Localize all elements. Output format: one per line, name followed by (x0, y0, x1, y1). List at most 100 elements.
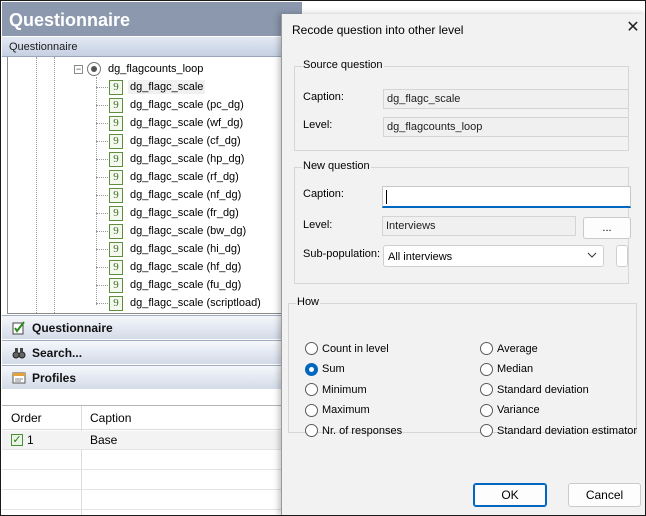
tree-node[interactable]: 9 dg_flagc_scale (pc_dg) (109, 96, 246, 114)
radio-option[interactable]: Minimum (305, 383, 367, 396)
tree-connector (96, 303, 108, 304)
browse-level-button[interactable]: ... (583, 217, 631, 239)
table-row-empty (2, 471, 302, 490)
questionnaire-icon (12, 320, 25, 334)
source-level-label: Level: (303, 119, 333, 131)
radio-circle-icon[interactable] (480, 403, 493, 417)
radio-circle-icon[interactable] (305, 383, 318, 396)
cancel-button[interactable]: Cancel (568, 483, 641, 507)
tree-connector (96, 231, 108, 232)
radio-circle-icon[interactable] (305, 424, 318, 437)
subpopulation-value: All interviews (388, 251, 453, 263)
radio-circle-icon[interactable] (480, 383, 493, 396)
nav-profiles[interactable]: Profiles (2, 365, 302, 389)
column-caption[interactable]: Caption (81, 406, 131, 429)
table-row-empty (2, 491, 302, 510)
radio-option[interactable]: Maximum (305, 403, 370, 417)
caption-input[interactable] (382, 186, 631, 208)
source-level-field: dg_flagcounts_loop (383, 117, 629, 137)
variable-icon: 9 (109, 79, 123, 95)
tree-node-label: dg_flagc_scale (cf_dg) (130, 135, 241, 147)
tree-node[interactable]: 9 dg_flagc_scale (fu_dg) (109, 276, 243, 294)
tree-node[interactable]: 9 dg_flagc_scale (cf_dg) (109, 132, 243, 150)
radio-option[interactable]: Standard deviation estimator (480, 424, 637, 437)
radio-circle-icon[interactable] (480, 362, 493, 376)
ok-button[interactable]: OK (473, 483, 547, 507)
radio-option[interactable]: Count in level (305, 342, 389, 355)
table-row[interactable]: ✓ 1 Base (2, 431, 302, 450)
tree-node-label: dg_flagc_scale (hi_dg) (130, 243, 241, 255)
tree-connector (96, 105, 108, 106)
subpopulation-extra-button[interactable] (616, 245, 628, 267)
radio-label: Median (497, 363, 534, 375)
variable-icon: 9 (109, 223, 123, 239)
nav-search[interactable]: Search... (2, 340, 302, 364)
tree-node-label: dg_flagc_scale (fu_dg) (130, 279, 242, 291)
tree-connector (96, 87, 108, 88)
new-question-group: New question Caption: Level: Interviews … (294, 160, 631, 284)
tree-node[interactable]: 9 dg_flagc_scale (hi_dg) (109, 240, 243, 258)
variable-icon: 9 (109, 97, 123, 113)
tree-connector (96, 159, 108, 160)
level-field: Interviews (382, 216, 576, 236)
tree-connector (96, 285, 108, 286)
tree-node-label: dg_flagc_scale (128, 80, 206, 94)
variable-icon: 9 (109, 205, 123, 221)
nav-questionnaire[interactable]: Questionnaire (2, 315, 302, 339)
radio-label: Standard deviation estimator (497, 424, 638, 437)
radio-circle-icon[interactable] (305, 403, 318, 417)
tree-node[interactable]: 9 dg_flagc_scale (scriptload) (109, 294, 263, 312)
tree-node-loop[interactable]: − dg_flagcounts_loop (74, 60, 205, 78)
grid-header: Order Caption (2, 406, 302, 430)
tree-connector (96, 195, 108, 196)
radio-option[interactable]: Median (480, 362, 534, 376)
variable-icon: 9 (109, 151, 123, 167)
radio-circle-icon[interactable] (305, 362, 318, 376)
radio-circle-icon[interactable] (305, 342, 318, 355)
radio-option[interactable]: Sum (305, 362, 345, 376)
tree-guide-line (36, 57, 37, 313)
variable-icon: 9 (109, 187, 123, 203)
tree-node-label: dg_flagc_scale (fr_dg) (130, 207, 239, 219)
radio-label: Count in level (322, 342, 389, 355)
variable-icon: 9 (109, 115, 123, 131)
radio-label: Nr. of responses (322, 424, 403, 437)
tree-node[interactable]: 9 dg_flagc_scale (rf_dg) (109, 168, 241, 186)
tree-node[interactable]: 9 dg_flagc_scale (wf_dg) (109, 114, 245, 132)
subpopulation-select[interactable]: All interviews (383, 245, 604, 267)
questionnaire-tree[interactable]: − dg_flagcounts_loop 9 dg_flagc_scale 9 dg_… (7, 57, 302, 314)
radio-option[interactable]: Standard deviation (480, 383, 589, 396)
source-question-group: Source question Caption: dg_flagc_scale … (294, 59, 629, 151)
radio-option[interactable]: Nr. of responses (305, 424, 402, 437)
checkbox-icon[interactable]: ✓ (11, 434, 23, 446)
tree-node[interactable]: 9 dg_flagc_scale (hf_dg) (109, 258, 243, 276)
tree-guide-line (54, 57, 55, 313)
radio-circle-icon[interactable] (480, 424, 493, 437)
tree-node[interactable]: 9 dg_flagc_scale (fr_dg) (109, 204, 241, 222)
chevron-down-icon (587, 250, 597, 262)
column-order[interactable]: Order (2, 406, 42, 429)
close-icon[interactable]: ✕ (624, 19, 642, 37)
tree-node[interactable]: 9 dg_flagc_scale (bw_dg) (109, 222, 248, 240)
radio-option[interactable]: Variance (480, 403, 540, 417)
tree-node-label: dg_flagc_scale (scriptload) (130, 297, 261, 309)
radio-label: Minimum (322, 383, 367, 396)
radio-circle-icon[interactable] (480, 342, 493, 355)
nav-search-label: Search... (32, 345, 83, 360)
tree-connector (96, 177, 108, 178)
row-order-cell: ✓ 1 (2, 431, 34, 449)
tree-node-label: dg_flagc_scale (bw_dg) (130, 225, 247, 237)
text-caret (386, 190, 387, 204)
tree-connector (96, 213, 108, 214)
tree-node[interactable]: 9 dg_flagc_scale (hp_dg) (109, 150, 246, 168)
variable-icon: 9 (109, 169, 123, 185)
tree-node[interactable]: 9 dg_flagc_scale (nf_dg) (109, 186, 243, 204)
tree-node-label: dg_flagc_scale (wf_dg) (130, 117, 244, 129)
source-caption-field: dg_flagc_scale (383, 89, 629, 109)
order-grid[interactable]: Order Caption ✓ 1 Base (2, 405, 302, 515)
radio-option[interactable]: Average (480, 342, 538, 355)
collapse-icon[interactable]: − (74, 64, 83, 74)
app-title: Questionnaire (2, 2, 302, 36)
loop-icon (87, 62, 101, 76)
tree-node[interactable]: 9 dg_flagc_scale (109, 78, 206, 96)
